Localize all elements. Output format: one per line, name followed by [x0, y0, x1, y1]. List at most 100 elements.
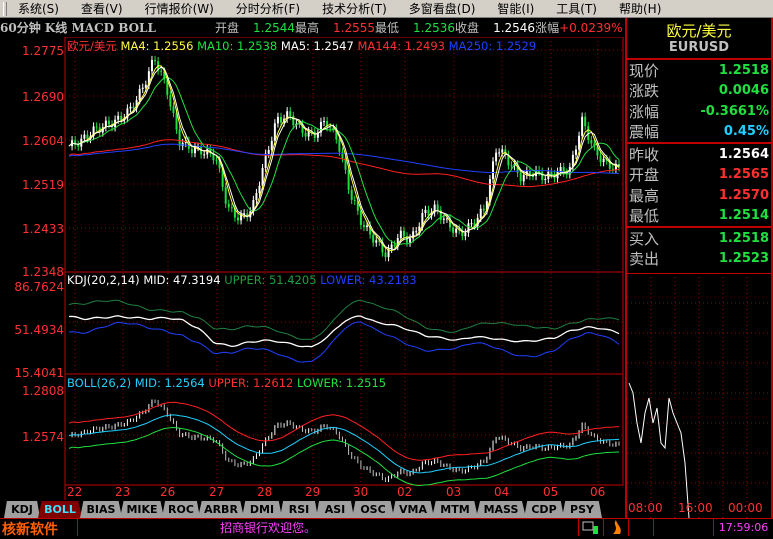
intraday-mini-chart[interactable]	[627, 273, 771, 518]
candle-body	[510, 165, 513, 167]
tab-dmi[interactable]: DMI	[242, 501, 282, 518]
menu-item[interactable]: 智能(I)	[497, 0, 534, 17]
candle-body	[120, 115, 123, 121]
y-label: 1.2519	[22, 178, 64, 192]
candle-body	[313, 131, 316, 138]
candle-body	[255, 193, 258, 200]
menu-item[interactable]: 分时分析(F)	[236, 0, 300, 17]
candle-body	[544, 178, 547, 180]
candle-body	[384, 252, 387, 258]
quote-label: 涨幅	[629, 102, 660, 121]
quote-value: 1.2523	[718, 251, 769, 267]
tab-arbr[interactable]: ARBR	[198, 501, 244, 518]
quote-row: 现价 1.2518	[627, 60, 771, 81]
y-label: 1.2690	[22, 90, 64, 104]
tab-bias[interactable]: BIAS	[80, 501, 122, 518]
tab-mike[interactable]: MIKE	[120, 501, 164, 518]
clock: 17:59:06	[713, 518, 773, 536]
tab-roc[interactable]: ROC	[162, 501, 200, 518]
date-label: 03	[446, 485, 462, 499]
date-label: 02	[397, 485, 413, 499]
tab-boll[interactable]: BOLL	[38, 501, 82, 518]
candle-body	[366, 225, 369, 228]
candle-body	[270, 140, 273, 151]
chart-title: 60分钟 K线 MACD BOLL	[0, 21, 156, 35]
tab-mass[interactable]: MASS	[476, 501, 526, 518]
menu-item[interactable]: 技术分析(T)	[322, 0, 387, 17]
quote-code: EURUSD	[627, 40, 771, 60]
candle-body	[501, 149, 504, 153]
status-bar: 核新软件 招商银行欢迎您。 17:59:06	[0, 518, 773, 538]
tab-osc[interactable]: OSC	[352, 501, 394, 518]
candle-body	[550, 171, 553, 175]
open-value: 1.2544	[253, 20, 296, 35]
toolbar-grip[interactable]	[3, 2, 7, 16]
candle-body	[519, 172, 522, 182]
candle-body	[559, 167, 562, 172]
chart-canvas[interactable]	[0, 37, 625, 500]
boll-lower-line	[68, 426, 620, 487]
date-label: 23	[115, 485, 131, 499]
candle-body	[347, 169, 350, 190]
tab-asi[interactable]: ASI	[316, 501, 354, 518]
low-label: 最低	[375, 21, 400, 35]
tab-cdp[interactable]: CDP	[524, 501, 564, 518]
quote-row: 昨收 1.2564	[627, 144, 771, 165]
high-value: 1.2555	[333, 20, 376, 35]
date-label: 04	[494, 485, 510, 499]
candle-body	[280, 116, 283, 123]
candle-body	[393, 244, 396, 247]
candle-body	[172, 106, 175, 114]
quote-value: 1.2514	[718, 208, 769, 224]
menu-item[interactable]: 查看(V)	[81, 0, 123, 17]
quote-panel: 欧元/美元 EURUSD 现价 1.2518 涨跌 0.0046 涨幅 -0.3661% 震…	[625, 18, 773, 518]
boll-upper: UPPER: 1.2612	[208, 376, 294, 390]
boll-legend: BOLL(26,2) MID: 1.2564 UPPER: 1.2612 LOW…	[67, 376, 386, 390]
tab-rsi[interactable]: RSI	[280, 501, 318, 518]
mini-time-label: 16:00	[678, 501, 713, 515]
quote-value: 0.45%	[723, 124, 769, 140]
menu-item[interactable]: 多窗看盘(D)	[409, 0, 476, 17]
tab-kdj[interactable]: KDJ	[4, 501, 40, 518]
boll-title: BOLL(26,2)	[67, 376, 132, 390]
quote-row: 开盘 1.2565	[627, 165, 771, 186]
candle-body	[375, 240, 378, 243]
close-label: 收盘	[455, 21, 480, 35]
symbol-name: 欧元/美元	[67, 39, 117, 53]
candle-body	[362, 224, 365, 228]
tab-mtm[interactable]: MTM	[432, 501, 478, 518]
date-label: 05	[543, 485, 559, 499]
chart-area[interactable]: 欧元/美元 MA4: 1.2556 MA10: 1.2538 MA5: 1.25…	[0, 37, 625, 500]
candle-body	[464, 232, 467, 237]
y-label: 1.2775	[22, 44, 64, 58]
candle-body	[390, 244, 393, 249]
quote-row: 震幅 0.45%	[627, 122, 771, 143]
kdj-upper: UPPER: 51.4205	[224, 273, 317, 287]
menu-item[interactable]: 系统(S)	[18, 0, 59, 17]
y-label: 1.2348	[22, 265, 64, 279]
candle-body	[83, 134, 86, 139]
flame-icon[interactable]	[603, 518, 628, 536]
quote-label: 最低	[629, 207, 660, 226]
tab-psy[interactable]: PSY	[562, 501, 602, 518]
candle-body	[341, 151, 344, 159]
date-label: 29	[305, 485, 321, 499]
candle-body	[236, 217, 239, 221]
menu-item[interactable]: 行情报价(W)	[145, 0, 214, 17]
change-value: +0.0239%	[559, 20, 623, 35]
ma10-line	[68, 76, 620, 246]
kdj-legend: KDJ(20,2,14) MID: 47.3194 UPPER: 51.4205…	[67, 273, 417, 287]
candle-body	[276, 116, 279, 124]
menu-item[interactable]: 帮助(H)	[619, 0, 661, 17]
quote-value: 1.2518	[718, 230, 769, 246]
tab-vma[interactable]: VMA	[392, 501, 434, 518]
quote-row: 最低 1.2514	[627, 206, 771, 227]
menu-item[interactable]: 工具(T)	[556, 0, 597, 17]
candle-body	[399, 230, 402, 239]
close-value: 1.2546	[493, 20, 536, 35]
network-icon[interactable]	[578, 518, 603, 536]
candle-body	[144, 84, 147, 88]
boll-y-label: 1.2574	[22, 430, 64, 444]
ma144-label: MA144: 1.2493	[357, 39, 445, 53]
low-value: 1.2536	[413, 20, 456, 35]
